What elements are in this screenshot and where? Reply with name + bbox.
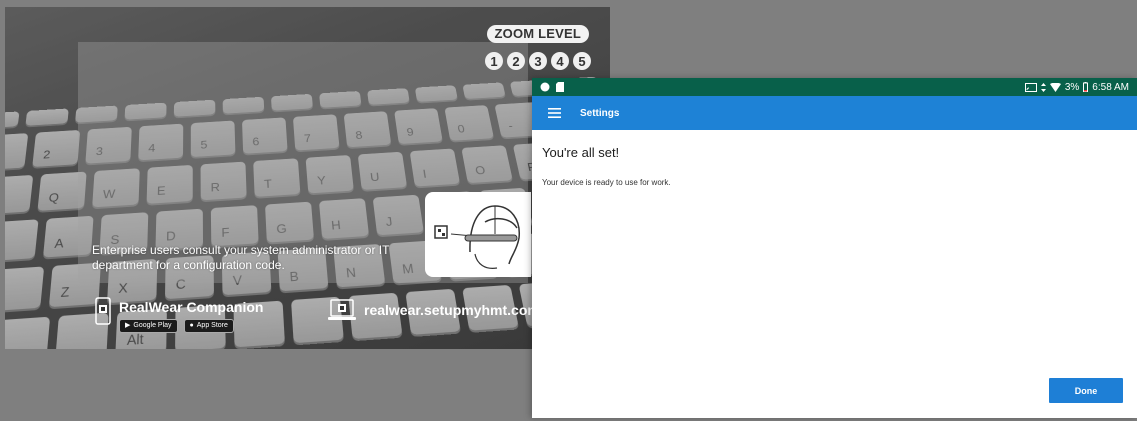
zoom-level-3[interactable]: 3	[529, 52, 547, 70]
headset-illustration-icon	[425, 192, 531, 277]
headset-illustration-card	[425, 192, 531, 277]
sd-card-icon	[556, 82, 564, 92]
companion-app-promo: RealWear Companion ▶ Google Play ● App S…	[95, 297, 263, 333]
hamburger-menu-icon[interactable]	[532, 108, 576, 118]
camera-view: 1234567890-=QWERTYUIOP[]ASDFGHJKL;'ZXCVB…	[5, 7, 610, 349]
zoom-level-label: ZOOM LEVEL	[487, 25, 590, 43]
battery-icon	[1083, 82, 1088, 92]
status-bar: 3% 6:58 AM	[532, 78, 1137, 96]
google-play-badge[interactable]: ▶ Google Play	[119, 319, 178, 333]
app-store-label: App Store	[197, 320, 228, 332]
google-play-label: Google Play	[133, 320, 171, 332]
zoom-level-4[interactable]: 4	[551, 52, 569, 70]
notification-dot-icon	[540, 82, 550, 92]
companion-app-title: RealWear Companion	[119, 299, 263, 315]
app-store-badge[interactable]: ● App Store	[184, 319, 234, 333]
apple-icon: ●	[190, 320, 194, 332]
done-button[interactable]: Done	[1049, 378, 1123, 403]
app-bar: Settings	[532, 96, 1137, 130]
status-time: 6:58 AM	[1092, 82, 1129, 93]
zoom-level-1[interactable]: 1	[485, 52, 503, 70]
phone-qr-icon	[95, 297, 111, 325]
setup-complete-message: Your device is ready to use for work.	[542, 178, 671, 187]
setup-url: realwear.setupmyhmt.com	[364, 302, 540, 318]
setup-complete-heading: You're all set!	[542, 145, 619, 160]
battery-percentage: 3%	[1065, 82, 1079, 93]
wifi-icon	[1050, 83, 1061, 92]
zoom-level-2[interactable]: 2	[507, 52, 525, 70]
device-screen: 3% 6:58 AM Settings You're all set! Your…	[532, 78, 1137, 418]
enterprise-instructions: Enterprise users consult your system adm…	[92, 243, 392, 273]
zoom-level-5[interactable]: 5	[573, 52, 591, 70]
cast-icon	[1025, 83, 1037, 92]
app-title: Settings	[580, 108, 619, 119]
signal-arrows-icon	[1041, 83, 1046, 92]
zoom-level-selector: 1 2 3 4 5	[485, 52, 591, 70]
laptop-qr-icon	[327, 299, 357, 321]
play-store-icon: ▶	[125, 320, 130, 332]
setup-website: realwear.setupmyhmt.com	[327, 299, 540, 321]
